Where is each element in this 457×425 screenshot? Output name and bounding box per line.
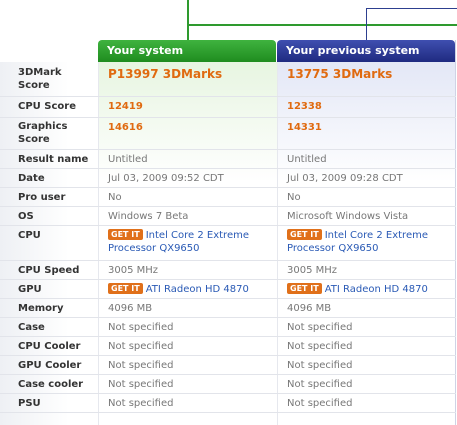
connector-line (187, 24, 457, 26)
current-score: P13997 3DMarks (108, 67, 223, 81)
current-pro-user: No (108, 192, 122, 203)
connector-line (187, 0, 189, 40)
previous-graphics-score: 14331 (287, 122, 322, 133)
gpu-link[interactable]: ATI Radeon HD 4870 (325, 284, 428, 295)
table-row-pro-user: Pro user No No (0, 188, 456, 207)
table-row-gpu-cooler: GPU Cooler Not specified Not specified (0, 356, 456, 375)
current-date: Jul 03, 2009 09:52 CDT (108, 173, 224, 184)
table-row-memory: Memory 4096 MB 4096 MB (0, 299, 456, 318)
previous-result-name: Untitled (287, 154, 327, 165)
row-label: CPU Score (18, 101, 76, 112)
previous-case: Not specified (287, 322, 353, 333)
row-label: GPU Cooler (18, 360, 82, 371)
get-it-button[interactable]: GET IT (108, 229, 143, 240)
table-row-cpu: CPU GET IT Intel Core 2 Extreme Processor… (0, 226, 456, 261)
table-row-cpu-score: CPU Score 12419 12338 (0, 97, 456, 118)
row-label: Pro user (18, 192, 66, 203)
get-it-button[interactable]: GET IT (287, 229, 322, 240)
table-row-result-name: Result name Untitled Untitled (0, 150, 456, 169)
current-cpu-score: 12419 (108, 101, 143, 112)
gpu-link[interactable]: ATI Radeon HD 4870 (146, 284, 249, 295)
row-label: Memory (18, 303, 64, 314)
previous-cpu-cooler: Not specified (287, 341, 353, 352)
previous-gpu: GET IT ATI Radeon HD 4870 (287, 283, 455, 296)
current-cpu-speed: 3005 MHz (108, 265, 159, 276)
current-cpu: GET IT Intel Core 2 Extreme Processor QX9… (108, 229, 258, 255)
previous-os: Microsoft Windows Vista (287, 211, 409, 222)
row-label: Graphics Score (18, 121, 68, 145)
previous-memory: 4096 MB (287, 303, 332, 314)
previous-cpu-speed: 3005 MHz (287, 265, 338, 276)
current-gpu: GET IT ATI Radeon HD 4870 (108, 283, 276, 296)
previous-case-cooler: Not specified (287, 379, 353, 390)
row-label: CPU (18, 230, 41, 241)
current-graphics-score: 14616 (108, 122, 143, 133)
table-row-cpu-speed: CPU Speed 3005 MHz 3005 MHz (0, 261, 456, 280)
header-your-system: Your system (98, 40, 276, 62)
connector-line (366, 8, 367, 40)
row-label: Case (18, 322, 45, 333)
table-row-cpu-cooler: CPU Cooler Not specified Not specified (0, 337, 456, 356)
connector-line (366, 8, 457, 9)
current-psu: Not specified (108, 398, 174, 409)
table-row-os: OS Windows 7 Beta Microsoft Windows Vist… (0, 207, 456, 226)
get-it-button[interactable]: GET IT (108, 283, 143, 294)
previous-pro-user: No (287, 192, 301, 203)
header-previous-system: Your previous system (277, 40, 455, 62)
table-row-case: Case Not specified Not specified (0, 318, 456, 337)
row-label: OS (18, 211, 34, 222)
table-row-graphics-score: Graphics Score 14616 14331 (0, 118, 456, 150)
previous-cpu: GET IT Intel Core 2 Extreme Processor QX9… (287, 229, 437, 255)
current-case: Not specified (108, 322, 174, 333)
row-label: Result name (18, 154, 89, 165)
table-row-psu: PSU Not specified Not specified (0, 394, 456, 413)
table-row-date: Date Jul 03, 2009 09:52 CDT Jul 03, 2009… (0, 169, 456, 188)
get-it-button[interactable]: GET IT (287, 283, 322, 294)
table-row-case-cooler: Case cooler Not specified Not specified (0, 375, 456, 394)
current-result-name: Untitled (108, 154, 148, 165)
current-memory: 4096 MB (108, 303, 153, 314)
previous-date: Jul 03, 2009 09:28 CDT (287, 173, 403, 184)
table-row-gpu: GPU GET IT ATI Radeon HD 4870 GET IT ATI R… (0, 280, 456, 299)
row-label: Date (18, 173, 45, 184)
row-label: CPU Cooler (18, 341, 81, 352)
row-label: 3DMark Score (18, 67, 62, 91)
row-label: PSU (18, 398, 41, 409)
table-row-score: 3DMark Score P13997 3DMarks 13775 3DMark… (0, 62, 456, 97)
current-case-cooler: Not specified (108, 379, 174, 390)
row-label: CPU Speed (18, 265, 80, 276)
row-label: GPU (18, 284, 42, 295)
previous-cpu-score: 12338 (287, 101, 322, 112)
row-label: Case cooler (18, 379, 84, 390)
previous-score: 13775 3DMarks (287, 67, 393, 81)
previous-psu: Not specified (287, 398, 353, 409)
current-gpu-cooler: Not specified (108, 360, 174, 371)
current-os: Windows 7 Beta (108, 211, 189, 222)
current-cpu-cooler: Not specified (108, 341, 174, 352)
previous-gpu-cooler: Not specified (287, 360, 353, 371)
